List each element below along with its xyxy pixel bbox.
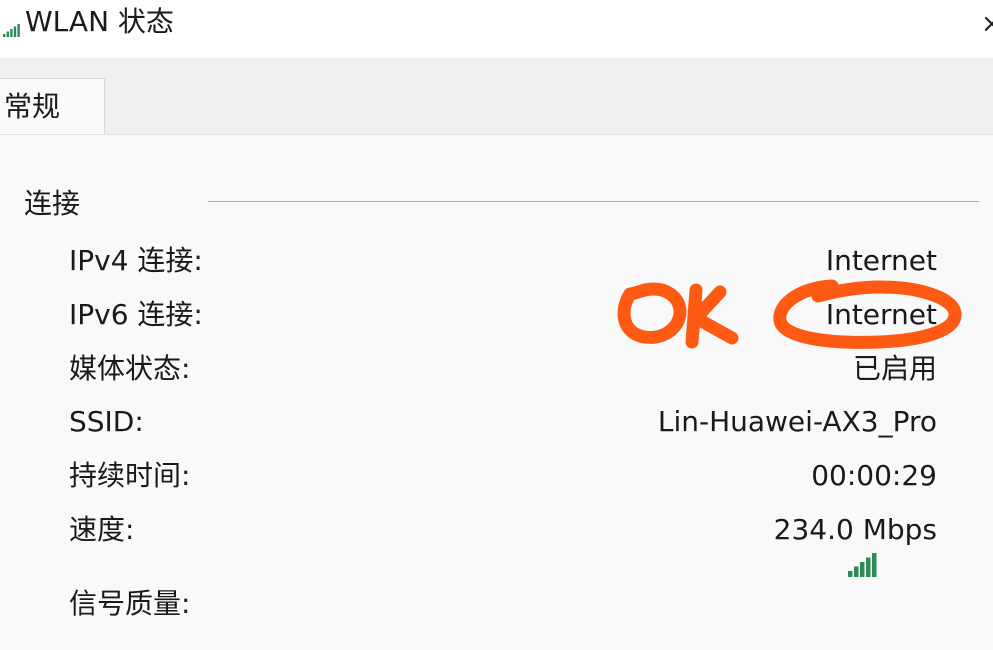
- speed-label: 速度:: [69, 513, 135, 546]
- signal-strength-icon: [848, 553, 877, 577]
- media-state-label: 媒体状态:: [69, 352, 191, 385]
- media-state-value: 已启用: [852, 352, 937, 385]
- duration-value: 00:00:29: [811, 459, 937, 492]
- tab-strip: 常规: [0, 58, 993, 134]
- speed-value: 234.0 Mbps: [773, 513, 937, 546]
- tab-general[interactable]: 常规: [0, 78, 105, 134]
- ipv4-label: IPv4 连接:: [69, 244, 203, 277]
- ipv6-label: IPv6 连接:: [69, 298, 203, 331]
- close-button[interactable]: ×: [981, 6, 993, 42]
- wifi-signal-icon: [3, 24, 20, 37]
- ipv4-value: Internet: [825, 244, 937, 277]
- title-bar: WLAN 状态 ×: [0, 0, 993, 58]
- window-title: WLAN 状态: [25, 5, 174, 38]
- connection-group-title: 连接: [24, 187, 81, 220]
- ssid-value: Lin-Huawei-AX3_Pro: [657, 405, 937, 438]
- signal-quality-label: 信号质量:: [69, 587, 191, 620]
- ipv6-value: Internet: [825, 298, 937, 331]
- tab-general-label: 常规: [4, 90, 61, 123]
- group-divider: [208, 201, 979, 202]
- general-panel: 连接 IPv4 连接: Internet IPv6 连接: Internet 媒…: [0, 134, 993, 650]
- ssid-label: SSID:: [69, 405, 144, 438]
- duration-label: 持续时间:: [69, 459, 191, 492]
